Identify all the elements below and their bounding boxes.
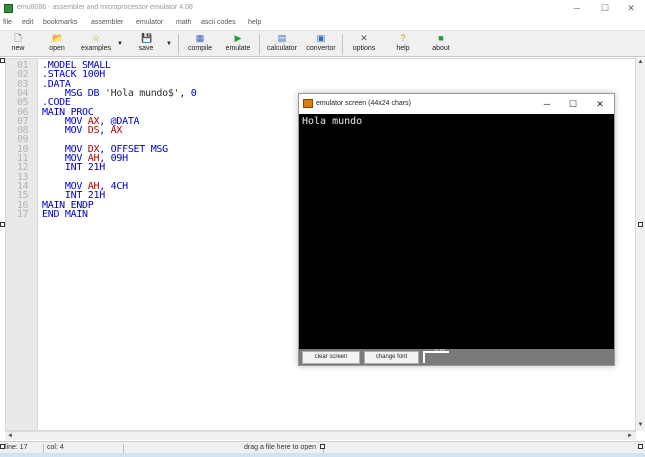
line-number-gutter: 01 02 03 04 05 06 07 08 09 10 11 12 13 14 15 16 17 xyxy=(6,59,38,430)
line-number: 17 xyxy=(17,208,29,220)
new-button[interactable]: 🗋 new xyxy=(4,32,32,56)
toolbar-button-label: calculator xyxy=(267,45,297,52)
toolbar-button-label: convertor xyxy=(306,45,336,52)
emulator-minimize-button[interactable]: ─ xyxy=(534,94,560,114)
code-line[interactable]: MOV DS, AX xyxy=(42,125,123,137)
code-token: INT 21H xyxy=(42,162,105,174)
toolbar: 🗋 new 📂 open ☆ examples ▼ 💾 save ▼ ▦ compile … xyxy=(0,30,645,57)
close-button[interactable]: ✕ xyxy=(617,0,645,17)
save-dropdown-arrow[interactable]: ▼ xyxy=(165,41,173,47)
emulator-title-bar: emulator screen (44x24 chars) ─ ☐ ✕ xyxy=(299,94,614,114)
play-icon: ▶ xyxy=(234,33,242,43)
menu-bar: file edit bookmarks assembler emulator m… xyxy=(0,17,645,30)
change-font-button[interactable]: change font xyxy=(364,351,419,364)
minimize-button[interactable]: ─ xyxy=(563,0,591,17)
toolbar-button-label: help xyxy=(396,45,410,52)
open-folder-icon: 📂 xyxy=(52,33,64,43)
resize-handle[interactable] xyxy=(638,222,643,227)
cursor-coordinates: 0-16 xyxy=(435,349,446,355)
window-title: emu8086 - assembler and microprocessor e… xyxy=(17,4,193,11)
calculator-icon: ▤ xyxy=(277,33,287,43)
scroll-up-arrow[interactable]: ▲ xyxy=(637,59,644,67)
toolbar-button-label: open xyxy=(49,45,65,52)
scroll-left-arrow[interactable]: ◄ xyxy=(6,432,14,440)
scroll-right-arrow[interactable]: ► xyxy=(626,432,634,440)
emulator-controls: clear screen change font 0-16 xyxy=(299,349,614,365)
emulator-close-button[interactable]: ✕ xyxy=(587,94,613,114)
emulator-screen-window[interactable]: emulator screen (44x24 chars) ─ ☐ ✕ Hola… xyxy=(298,93,615,366)
save-button[interactable]: 💾 save xyxy=(132,32,160,56)
menu-bookmarks[interactable]: bookmarks xyxy=(43,19,77,26)
resize-handle[interactable] xyxy=(0,222,5,227)
resize-handle[interactable] xyxy=(0,444,5,449)
help-button[interactable]: ? help xyxy=(390,32,416,56)
emulate-button[interactable]: ▶ emulate xyxy=(221,32,255,56)
options-button[interactable]: ✕ options xyxy=(347,32,381,56)
toolbar-separator xyxy=(342,34,343,55)
horizontal-scrollbar[interactable]: ◄ ► xyxy=(5,431,636,440)
toolbar-button-label: new xyxy=(11,45,25,52)
vertical-scrollbar[interactable]: ▲ ▼ xyxy=(636,58,645,431)
menu-emulator[interactable]: emulator xyxy=(136,19,163,26)
code-line[interactable]: INT 21H xyxy=(42,162,105,174)
toolbar-button-label: examples xyxy=(81,45,111,52)
menu-help[interactable]: help xyxy=(248,19,261,26)
emulator-title: emulator screen (44x24 chars) xyxy=(316,100,411,107)
code-token: , xyxy=(99,125,111,137)
menu-file[interactable]: file xyxy=(3,19,12,26)
examples-button[interactable]: ☆ examples xyxy=(78,32,114,56)
floppy-icon: 💾 xyxy=(141,33,153,43)
toolbar-button-label: options xyxy=(352,45,376,52)
emulator-console: Hola mundo xyxy=(299,114,614,349)
code-line[interactable]: END MAIN xyxy=(42,208,88,220)
compile-icon: ▦ xyxy=(195,33,205,43)
about-button[interactable]: ■ about xyxy=(427,32,455,56)
string-token: 'Hola mundo$' xyxy=(104,87,180,99)
maximize-button[interactable]: ☐ xyxy=(591,0,619,17)
toolbar-separator xyxy=(259,34,260,55)
new-file-icon: 🗋 xyxy=(14,33,22,43)
toolbar-button-label: emulate xyxy=(225,45,251,52)
menu-assembler[interactable]: assembler xyxy=(91,19,123,26)
tools-icon: ✕ xyxy=(360,33,368,43)
resize-handle[interactable] xyxy=(638,444,643,449)
emulator-maximize-button[interactable]: ☐ xyxy=(560,94,586,114)
toolbar-button-label: about xyxy=(432,45,450,52)
title-bar: emu8086 - assembler and microprocessor e… xyxy=(0,0,645,17)
taskbar-edge xyxy=(0,453,645,457)
convertor-button[interactable]: ▣ convertor xyxy=(302,32,340,56)
convertor-icon: ▣ xyxy=(316,33,326,43)
menu-ascii-codes[interactable]: ascii codes xyxy=(201,19,236,26)
about-icon: ■ xyxy=(438,33,444,43)
emulator-icon xyxy=(303,99,313,108)
app-icon xyxy=(4,4,13,13)
scroll-down-arrow[interactable]: ▼ xyxy=(637,422,644,430)
open-button[interactable]: 📂 open xyxy=(42,32,72,56)
clear-screen-button[interactable]: clear screen xyxy=(302,351,360,364)
line-number: 15 xyxy=(17,190,29,202)
examples-dropdown-arrow[interactable]: ▼ xyxy=(116,41,124,47)
register-token: AX xyxy=(110,125,123,137)
console-output: Hola mundo xyxy=(302,116,363,127)
code-token: , 0 xyxy=(179,87,197,99)
register-token: DS xyxy=(87,125,100,137)
code-token: END MAIN xyxy=(42,208,88,220)
calculator-button[interactable]: ▤ calculator xyxy=(262,32,302,56)
resize-handle[interactable] xyxy=(320,444,325,449)
toolbar-button-label: compile xyxy=(187,45,213,52)
help-icon: ? xyxy=(400,33,406,43)
star-icon: ☆ xyxy=(91,33,101,43)
menu-math[interactable]: math xyxy=(176,19,192,26)
code-token: MOV xyxy=(42,125,88,137)
resize-handle[interactable] xyxy=(0,58,5,63)
line-number: 05 xyxy=(17,97,29,109)
menu-edit[interactable]: edit xyxy=(22,19,33,26)
compile-button[interactable]: ▦ compile xyxy=(183,32,217,56)
toolbar-button-label: save xyxy=(138,45,154,52)
toolbar-separator xyxy=(178,34,179,55)
